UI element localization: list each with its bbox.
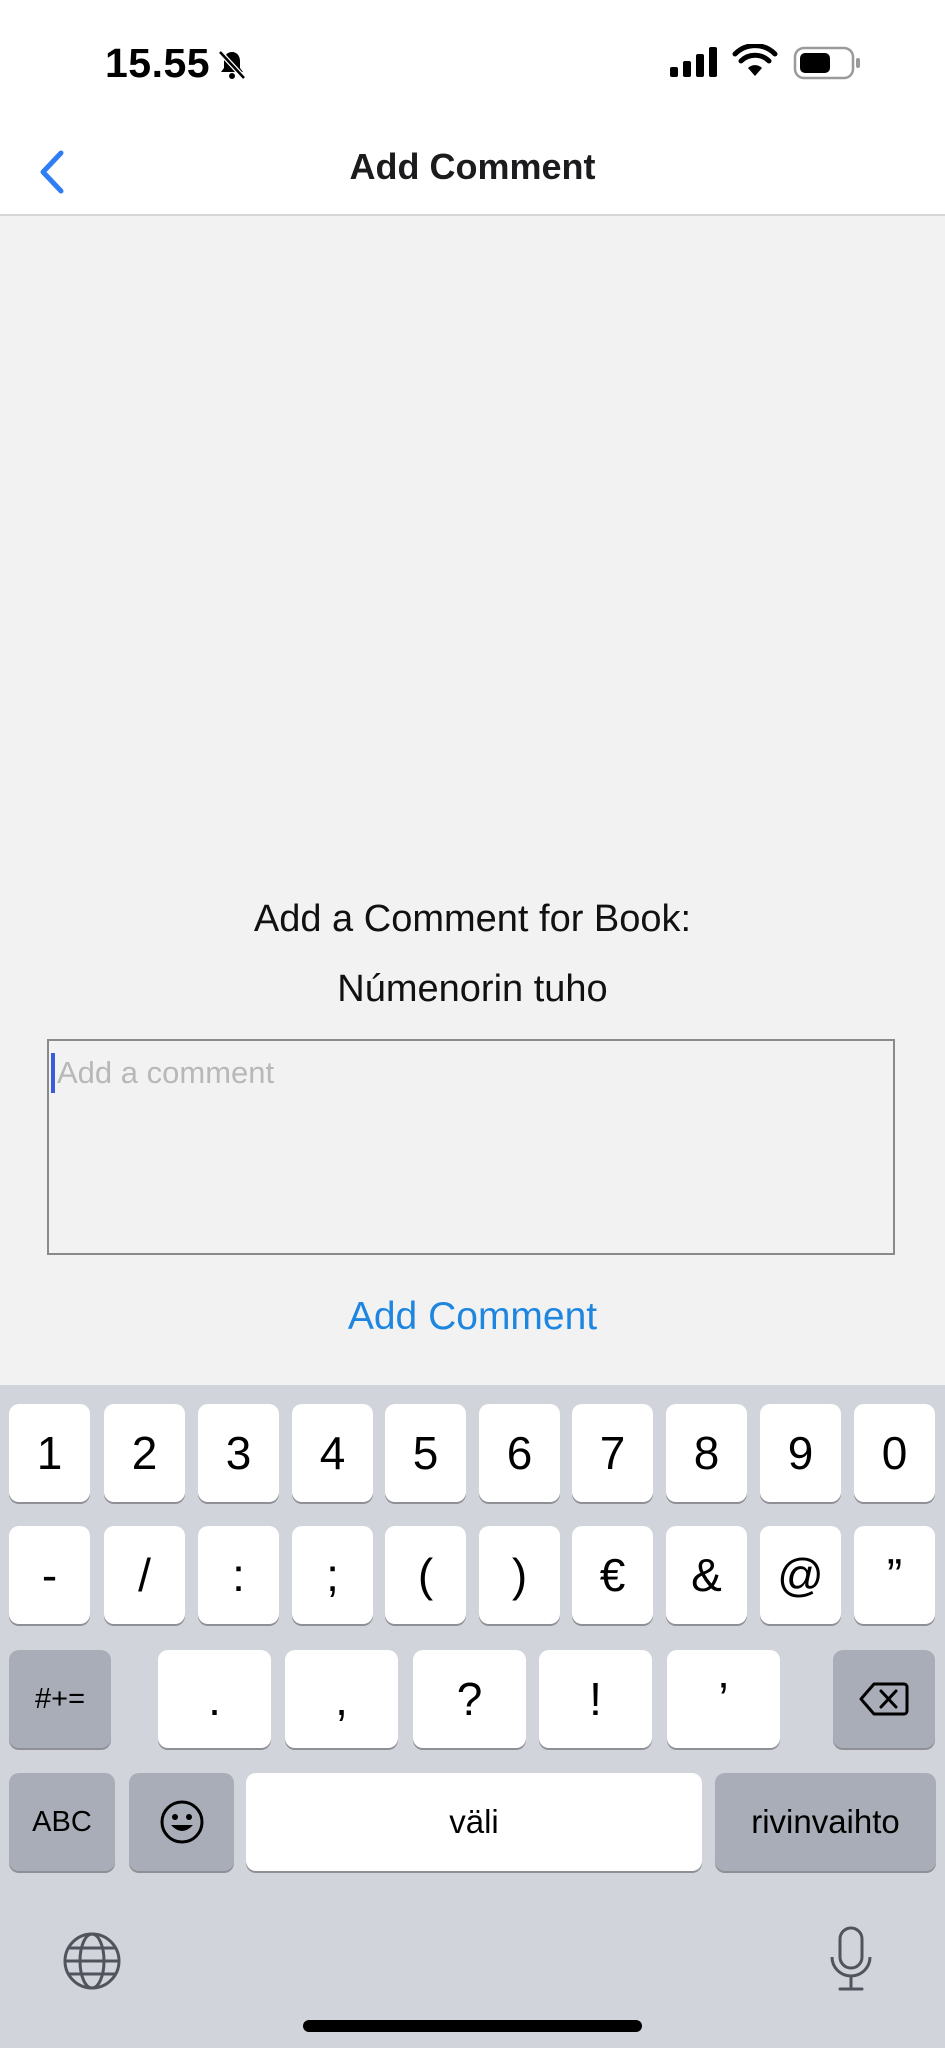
key-comma[interactable]: , [285, 1650, 398, 1748]
key-quote[interactable]: ” [854, 1526, 935, 1624]
silent-bell-icon [215, 48, 249, 87]
key-at[interactable]: @ [760, 1526, 841, 1624]
emoji-icon [160, 1800, 203, 1844]
key-9[interactable]: 9 [760, 1404, 841, 1502]
comment-prompt: Add a Comment for Book: [253, 898, 692, 940]
comment-input[interactable] [49, 1041, 893, 1253]
key-6[interactable]: 6 [479, 1404, 560, 1502]
abc-key[interactable]: ABC [9, 1773, 115, 1871]
keyboard: 1 2 3 4 5 6 7 8 9 0 - / : ; ( ) € & @ ” … [0, 1385, 945, 2048]
key-open-paren[interactable]: ( [385, 1526, 466, 1624]
delete-key[interactable] [833, 1650, 935, 1748]
wifi-icon [732, 43, 778, 83]
key-2[interactable]: 2 [104, 1404, 185, 1502]
add-comment-button[interactable]: Add Comment [0, 1295, 945, 1339]
status-bar: 15.55 [0, 0, 945, 128]
symbols-toggle-key[interactable]: #+= [9, 1650, 111, 1748]
text-caret [51, 1053, 55, 1093]
home-indicator [303, 2020, 642, 2032]
key-ampersand[interactable]: & [666, 1526, 747, 1624]
key-5[interactable]: 5 [385, 1404, 466, 1502]
key-hyphen[interactable]: - [9, 1526, 90, 1624]
comment-field[interactable] [47, 1039, 895, 1255]
key-exclamation[interactable]: ! [539, 1650, 652, 1748]
microphone-icon[interactable] [826, 1925, 876, 2000]
key-euro[interactable]: € [572, 1526, 653, 1624]
space-key[interactable]: väli [246, 1773, 702, 1871]
key-close-paren[interactable]: ) [479, 1526, 560, 1624]
backspace-icon [859, 1682, 909, 1716]
page-title: Add Comment [349, 146, 596, 187]
book-title: Númenorin tuho [337, 968, 608, 1010]
key-8[interactable]: 8 [666, 1404, 747, 1502]
cellular-signal-icon [670, 46, 720, 83]
key-colon[interactable]: : [198, 1526, 279, 1624]
status-time: 15.55 [105, 40, 211, 86]
emoji-key[interactable] [129, 1773, 234, 1871]
battery-icon [793, 46, 863, 85]
key-1[interactable]: 1 [9, 1404, 90, 1502]
key-period[interactable]: . [158, 1650, 271, 1748]
globe-icon[interactable] [62, 1931, 122, 1996]
key-7[interactable]: 7 [572, 1404, 653, 1502]
key-semicolon[interactable]: ; [292, 1526, 373, 1624]
navigation-bar: Add Comment [0, 128, 945, 216]
key-3[interactable]: 3 [198, 1404, 279, 1502]
key-slash[interactable]: / [104, 1526, 185, 1624]
return-key[interactable]: rivinvaihto [715, 1773, 936, 1871]
key-apostrophe[interactable]: ’ [667, 1650, 780, 1748]
key-question[interactable]: ? [413, 1650, 526, 1748]
key-4[interactable]: 4 [292, 1404, 373, 1502]
key-0[interactable]: 0 [854, 1404, 935, 1502]
